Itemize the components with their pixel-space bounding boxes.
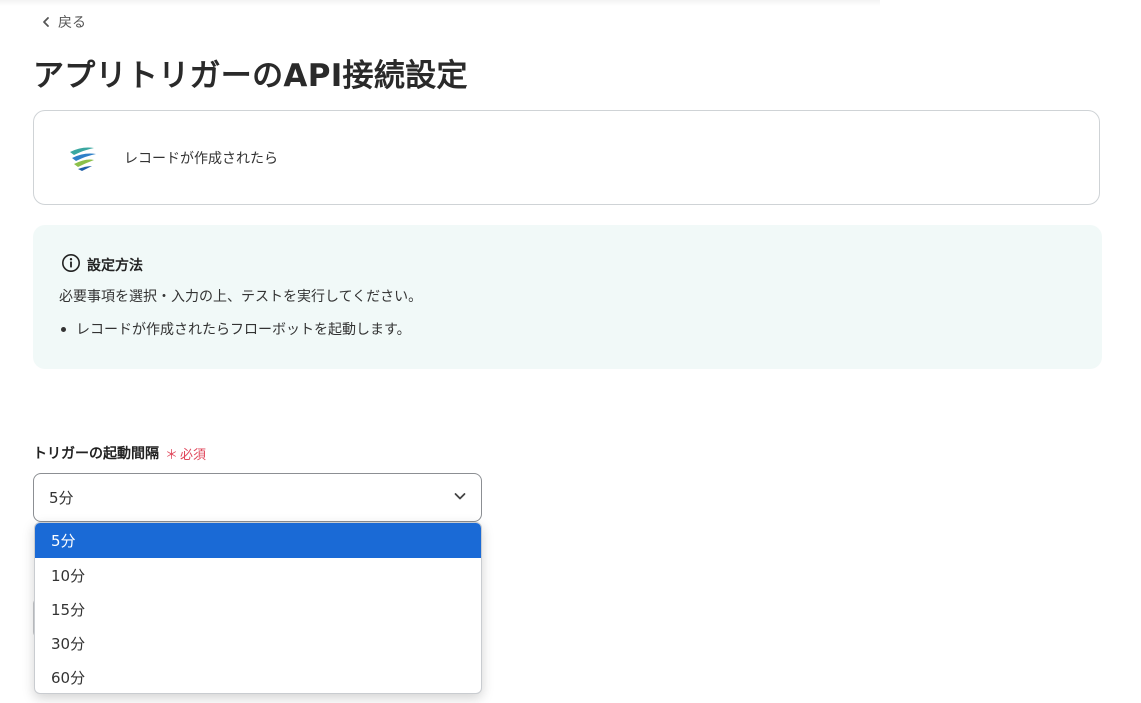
required-text: 必須 (180, 447, 207, 463)
required-asterisk: ＊ (165, 447, 179, 463)
setup-info-box: 設定方法 必要事項を選択・入力の上、テストを実行してください。 レコードが作成さ… (33, 225, 1102, 369)
interval-field-label: トリガーの起動間隔 ＊ 必須 (33, 443, 206, 463)
required-badge: ＊ 必須 (165, 444, 206, 463)
chevron-down-icon (453, 489, 467, 507)
info-description: 必要事項を選択・入力の上、テストを実行してください。 (59, 289, 423, 305)
header-shadow (0, 0, 880, 6)
interval-option-15[interactable]: 15分 (35, 592, 481, 626)
info-heading: 設定方法 (61, 253, 143, 277)
interval-option-30[interactable]: 30分 (35, 626, 481, 660)
back-link[interactable]: 戻る (40, 10, 86, 34)
bullet-icon (61, 326, 66, 332)
interval-option-60[interactable]: 60分 (35, 660, 481, 693)
page: 戻る アプリトリガーのAPI接続設定 レコードが作成されたら 設定方法 必要事項… (0, 0, 1141, 703)
info-bullet-text: レコードが作成されたらフローボットを起動します。 (76, 322, 411, 338)
interval-select[interactable]: 5分 (33, 473, 482, 522)
page-title: アプリトリガーのAPI接続設定 (33, 58, 468, 94)
interval-option-10[interactable]: 10分 (35, 558, 481, 592)
app-logo-icon (64, 138, 104, 178)
info-heading-text: 設定方法 (87, 258, 143, 274)
interval-option-5[interactable]: 5分 (35, 523, 481, 558)
trigger-name: レコードが作成されたら (124, 150, 278, 167)
info-list-item: レコードが作成されたらフローボットを起動します。 (59, 319, 411, 339)
interval-select-value: 5分 (49, 489, 74, 507)
chevron-left-icon (40, 16, 52, 28)
interval-dropdown-list: 5分 10分 15分 30分 60分 (34, 522, 482, 694)
interval-label-text: トリガーの起動間隔 (33, 446, 159, 462)
info-icon (61, 253, 81, 277)
back-label: 戻る (58, 15, 86, 31)
app-trigger-card: レコードが作成されたら (33, 110, 1100, 205)
